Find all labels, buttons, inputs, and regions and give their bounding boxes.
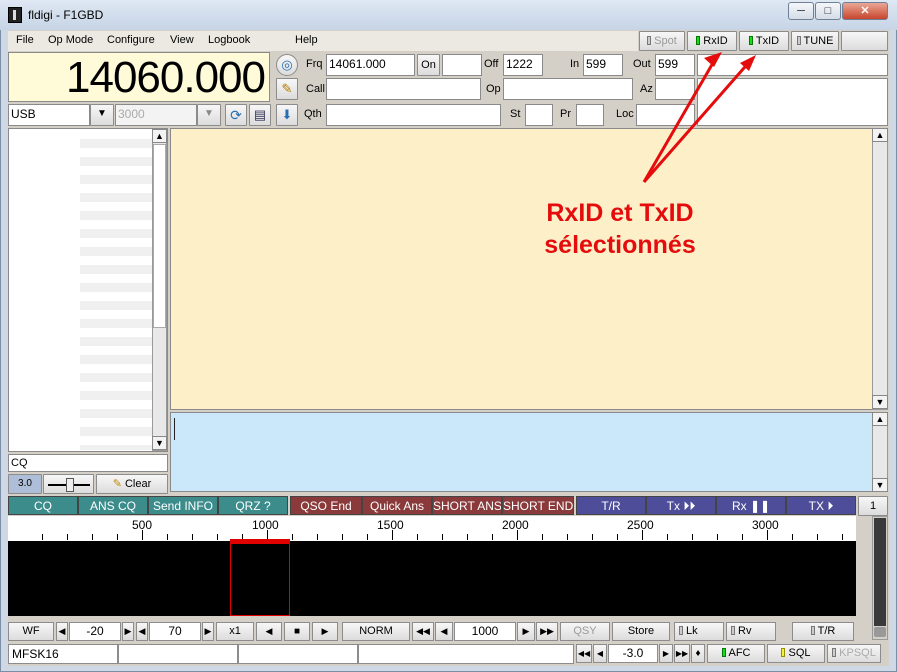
arrow-to-txid [642, 59, 753, 183]
arrow-head-rxid [704, 52, 722, 67]
annotation-line-1: RxID et TxID [546, 199, 694, 227]
annotation-line-2: sélectionnés [544, 231, 696, 259]
annotation-text: RxID et TxID sélectionnés [520, 197, 720, 261]
annotation-arrows [642, 52, 756, 183]
arrow-to-rxid [642, 55, 719, 183]
